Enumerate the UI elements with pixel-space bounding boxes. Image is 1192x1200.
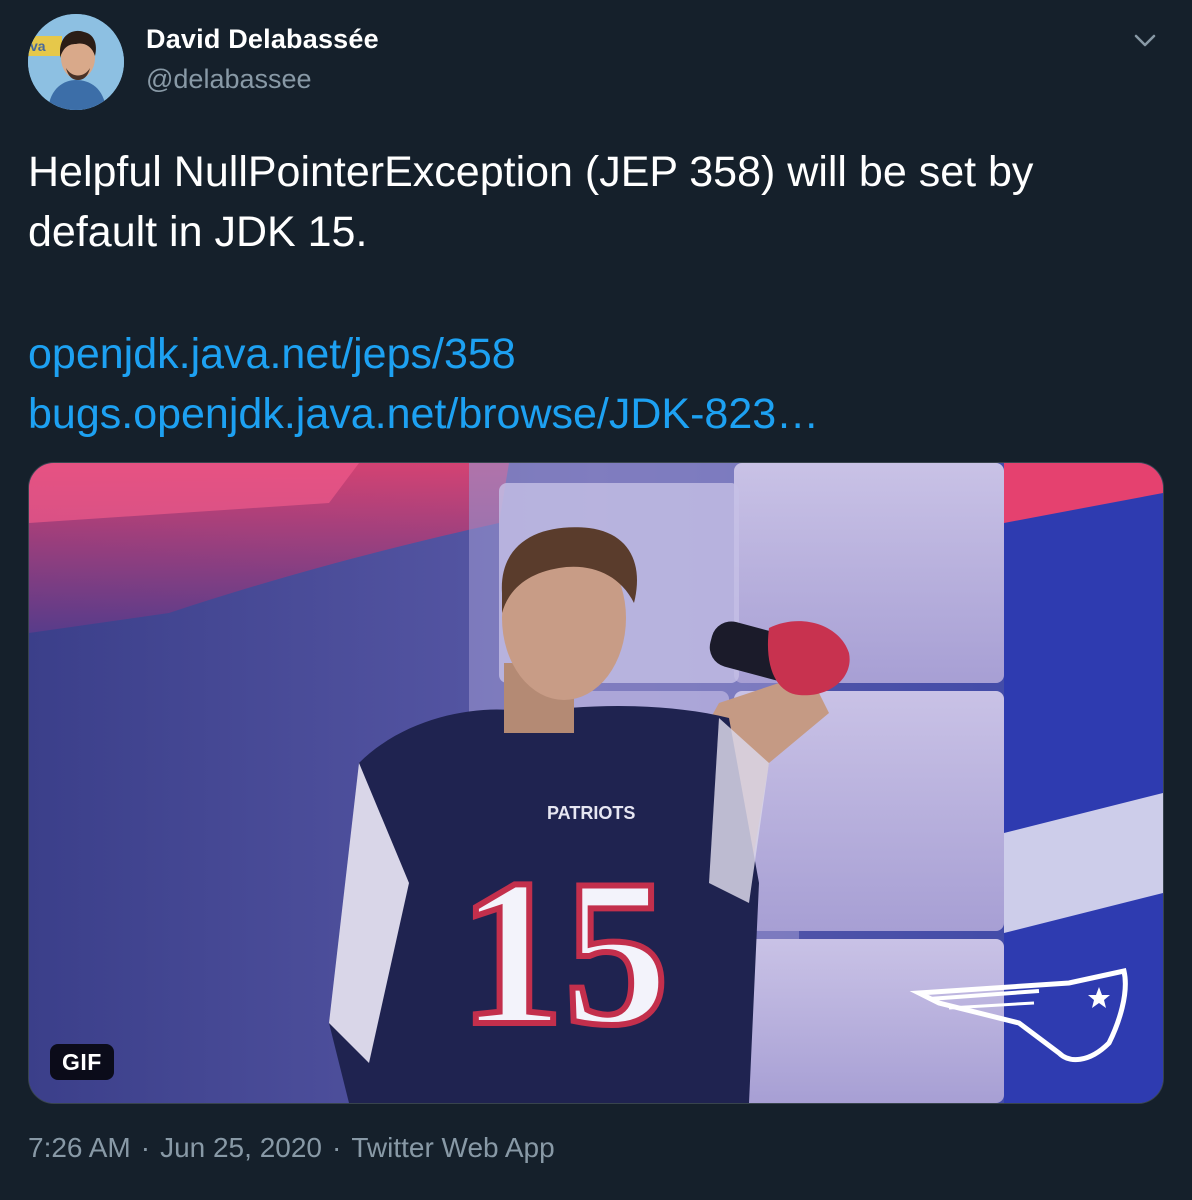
tweet-text: Helpful NullPointerException (JEP 358) w… [28,148,1034,256]
svg-text:va: va [30,38,46,54]
tweet-links: openjdk.java.net/jeps/358 bugs.openjdk.j… [28,324,819,444]
avatar[interactable]: va [28,14,124,110]
tweet-meta: 7:26 AM · Jun 25, 2020 · Twitter Web App [28,1132,555,1164]
jersey-text: PATRIOTS [547,803,635,823]
tweet-date[interactable]: Jun 25, 2020 [160,1132,322,1164]
tweet-source[interactable]: Twitter Web App [351,1132,554,1164]
gif-media[interactable]: PATRIOTS 15 GIF [28,462,1164,1104]
author-display-name[interactable]: David Delabassée [146,24,379,55]
gif-frame-image: PATRIOTS 15 [29,463,1163,1103]
meta-separator: · [140,1132,151,1163]
chevron-down-icon[interactable] [1128,26,1162,54]
jersey-number: 15 [459,837,669,1069]
link-jdk-bug[interactable]: bugs.openjdk.java.net/browse/JDK-823… [28,384,819,444]
link-jep-358[interactable]: openjdk.java.net/jeps/358 [28,324,819,384]
author-handle[interactable]: @delabassee [146,64,312,95]
meta-separator: · [331,1132,342,1163]
tweet-time[interactable]: 7:26 AM [28,1132,131,1164]
avatar-photo: va [28,14,124,110]
gif-badge: GIF [50,1044,114,1080]
